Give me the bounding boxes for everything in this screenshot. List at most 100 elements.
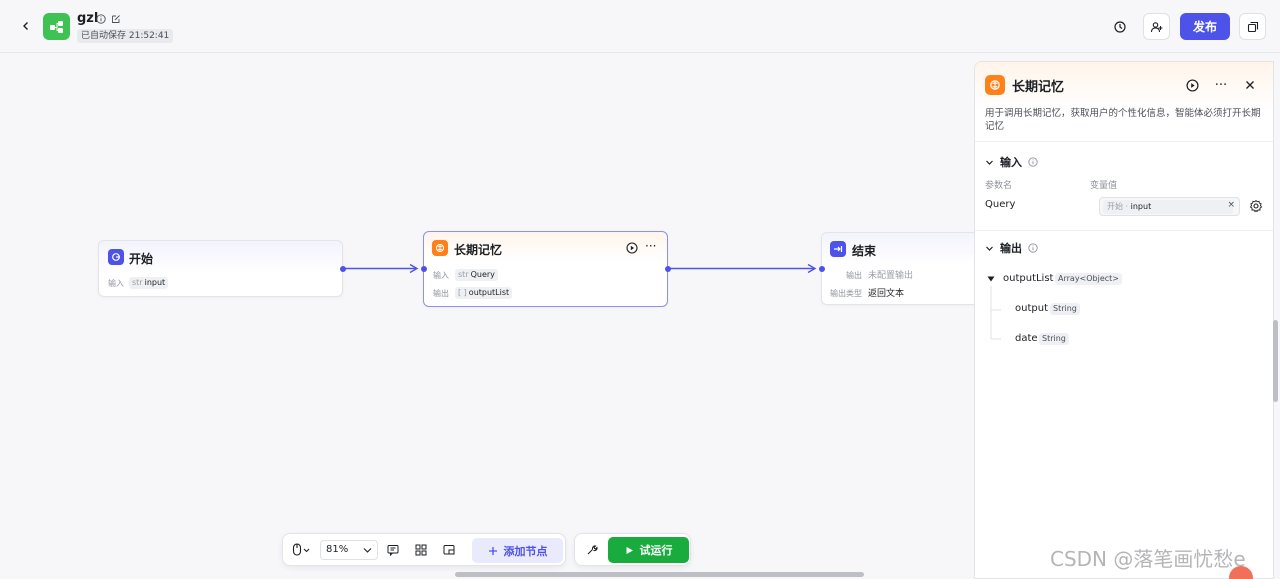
input-port[interactable] bbox=[421, 266, 427, 272]
output-field-name: date bbox=[1015, 333, 1038, 344]
info-icon[interactable] bbox=[1028, 157, 1038, 167]
brain-icon bbox=[436, 244, 444, 252]
chevron-down-icon bbox=[986, 246, 993, 251]
var-value-header: 变量值 bbox=[1090, 181, 1118, 191]
input-tag: str Query bbox=[455, 269, 498, 281]
end-node-icon bbox=[830, 241, 846, 257]
layout-button[interactable] bbox=[412, 541, 430, 559]
caret-down-icon[interactable] bbox=[987, 275, 995, 283]
more-options-icon[interactable]: ··· bbox=[1212, 76, 1230, 94]
output-field-type: String bbox=[1050, 303, 1080, 315]
add-node-button[interactable]: 添加节点 bbox=[472, 538, 563, 563]
interaction-mode-button[interactable] bbox=[289, 541, 315, 559]
chevron-down-icon bbox=[986, 160, 993, 165]
param-name-header: 参数名 bbox=[985, 181, 1013, 191]
var-value: input bbox=[1130, 202, 1152, 211]
settings-icon[interactable] bbox=[1248, 198, 1264, 214]
panel-header: 长期记忆 ··· 用于调用长期记忆，获取用户的个性化信息，智能体必须打开长期记忆 bbox=[975, 62, 1273, 142]
type-prefix: str bbox=[458, 270, 469, 279]
node-start[interactable]: 开始 输入 str input bbox=[98, 240, 346, 297]
close-button[interactable] bbox=[1241, 76, 1259, 94]
start-icon bbox=[112, 253, 120, 261]
edit-icon[interactable] bbox=[111, 14, 121, 24]
output-label: 输出 bbox=[846, 271, 862, 280]
comment-icon bbox=[387, 545, 399, 556]
copy-icon bbox=[1247, 21, 1258, 32]
horizontal-scrollbar[interactable] bbox=[455, 572, 864, 577]
input-port[interactable] bbox=[819, 266, 825, 272]
test-run-button[interactable]: 试运行 bbox=[608, 537, 689, 563]
app-logo bbox=[43, 13, 70, 40]
brain-icon bbox=[990, 80, 1000, 90]
plus-icon bbox=[488, 546, 497, 555]
output-value: 未配置输出 bbox=[868, 271, 914, 281]
input-section-header[interactable]: 输入 bbox=[985, 154, 1038, 170]
add-node-label: 添加节点 bbox=[503, 544, 548, 558]
play-circle-icon bbox=[1185, 78, 1199, 92]
output-label: 输出 bbox=[433, 289, 449, 298]
output-tag: [ ] outputList bbox=[455, 287, 513, 299]
top-header: gzl 已自动保存 21:52:41 发布 bbox=[0, 0, 1280, 53]
copy-button[interactable] bbox=[1239, 13, 1266, 40]
panel-description: 用于调用长期记忆，获取用户的个性化信息，智能体必须打开长期记忆 bbox=[985, 108, 1261, 132]
canvas-toolbar: 81% 添加节点 bbox=[282, 533, 566, 566]
more-icon[interactable]: ··· bbox=[645, 239, 656, 253]
wrench-icon bbox=[587, 545, 598, 555]
node-title: 开始 bbox=[129, 252, 154, 266]
input-value: input bbox=[144, 278, 166, 287]
chevron-left-icon bbox=[23, 22, 28, 30]
output-section-header[interactable]: 输出 bbox=[985, 240, 1038, 256]
node-title: 长期记忆 bbox=[454, 243, 503, 257]
users-icon bbox=[1150, 21, 1162, 32]
param-name: Query bbox=[985, 199, 1016, 210]
output-type-value: 返回文本 bbox=[868, 289, 905, 299]
play-circle-icon[interactable] bbox=[626, 242, 638, 254]
memory-node-icon bbox=[432, 240, 448, 256]
autosave-status: 已自动保存 21:52:41 bbox=[77, 29, 174, 43]
grid-icon bbox=[415, 544, 427, 556]
var-source: 开始 bbox=[1107, 202, 1123, 211]
collaborators-button[interactable] bbox=[1143, 13, 1170, 40]
workflow-icon bbox=[49, 20, 63, 33]
input-label: 输入 bbox=[108, 279, 124, 288]
history-button[interactable] bbox=[1106, 13, 1133, 40]
input-value: Query bbox=[470, 270, 495, 279]
variable-select[interactable]: 开始 · input × bbox=[1099, 197, 1240, 216]
variable-tag: 开始 · input bbox=[1103, 200, 1233, 214]
divider bbox=[975, 230, 1273, 231]
chevron-down-icon bbox=[363, 548, 372, 553]
type-prefix: str bbox=[132, 278, 143, 287]
info-icon[interactable] bbox=[96, 14, 106, 24]
run-toolbar: 试运行 bbox=[574, 533, 691, 566]
publish-button[interactable]: 发布 bbox=[1180, 13, 1230, 40]
minimap-icon bbox=[443, 545, 455, 555]
info-icon[interactable] bbox=[1028, 243, 1038, 253]
output-field-type: String bbox=[1039, 333, 1069, 345]
input-tag: str input bbox=[129, 277, 169, 289]
clear-icon[interactable]: × bbox=[1227, 200, 1235, 210]
vertical-scrollbar[interactable] bbox=[1273, 320, 1278, 402]
panel-node-icon bbox=[985, 75, 1005, 95]
node-title: 结束 bbox=[852, 244, 877, 258]
output-type-label: 输出类型 bbox=[830, 289, 862, 298]
watermark: CSDN @落笔画忧愁e bbox=[1050, 547, 1246, 571]
output-port[interactable] bbox=[665, 266, 671, 272]
output-value: outputList bbox=[468, 288, 510, 297]
minimap-button[interactable] bbox=[440, 541, 458, 559]
output-field-type: Array<Object> bbox=[1055, 273, 1123, 285]
run-label: 试运行 bbox=[639, 544, 673, 557]
debug-tools-button[interactable] bbox=[583, 541, 601, 559]
output-field-name: output bbox=[1015, 303, 1048, 314]
output-port[interactable] bbox=[340, 266, 346, 272]
node-end[interactable]: 结束 输出 未配置输出 输出类型 返回文本 bbox=[819, 232, 981, 305]
start-node-icon bbox=[108, 249, 124, 265]
back-button[interactable] bbox=[17, 17, 35, 35]
close-icon bbox=[1246, 81, 1254, 89]
node-long-term-memory[interactable]: 长期记忆 ··· 输入 str Query 输出 [ ] outputList bbox=[421, 231, 671, 307]
tree-lines bbox=[990, 286, 1001, 340]
zoom-select[interactable]: 81% bbox=[320, 540, 378, 560]
mouse-icon bbox=[292, 543, 310, 556]
run-node-button[interactable] bbox=[1183, 76, 1201, 94]
comment-button[interactable] bbox=[384, 541, 402, 559]
output-field-name: outputList bbox=[1003, 273, 1054, 284]
